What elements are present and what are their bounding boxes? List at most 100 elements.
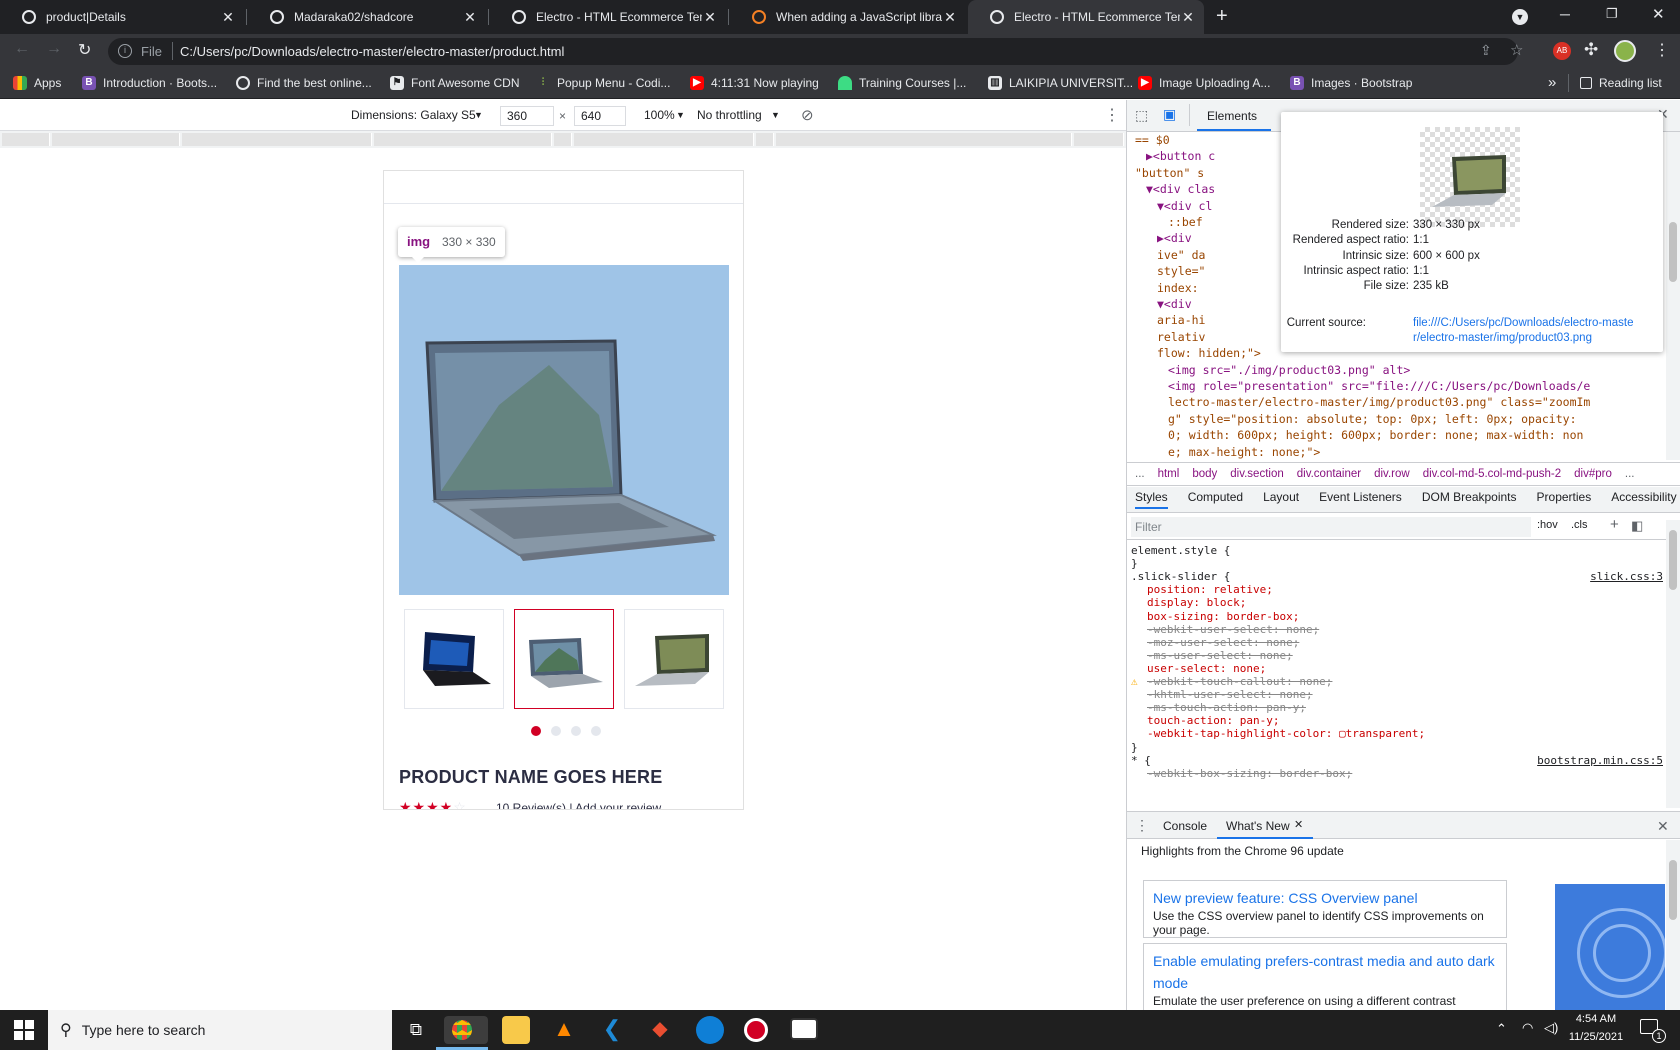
dom-node-line[interactable]: <img role="presentation" src="file:///C:… (1168, 379, 1590, 393)
ruler-segment[interactable] (776, 133, 1072, 146)
bookmark-popup-menu[interactable]: ⫶ Popup Menu - Codi... (536, 76, 671, 90)
recorder-icon[interactable] (744, 1018, 768, 1042)
css-rule-line[interactable]: } (1131, 741, 1138, 754)
carousel-dot[interactable] (551, 726, 561, 736)
more-options-icon[interactable]: ⋮ (1104, 105, 1120, 125)
dom-node-line[interactable]: lectro-master/electro-master/img/product… (1168, 395, 1590, 409)
device-height-input[interactable]: 640 (574, 106, 626, 126)
tray-chevron-icon[interactable]: ⌃ (1496, 1021, 1507, 1037)
tab-electro-active[interactable]: Electro - HTML Ecommerce Temp ✕ (968, 0, 1204, 34)
css-rule-line[interactable]: -ms-touch-action: pan-y; (1147, 701, 1306, 714)
device-width-input[interactable]: 360 (500, 106, 554, 126)
scrollbar-thumb[interactable] (1669, 530, 1677, 590)
drawer-menu-icon[interactable]: ⋮ (1135, 817, 1149, 834)
class-toggle[interactable]: .cls (1571, 519, 1588, 531)
bookmark-bootstrap-intro[interactable]: B Introduction · Boots... (82, 76, 217, 90)
new-tab-button[interactable]: + (1216, 5, 1228, 28)
reload-icon[interactable]: ↻ (78, 40, 91, 60)
bookmark-laikipia[interactable]: ▥ LAIKIPIA UNIVERSIT... (988, 76, 1133, 90)
breadcrumb-item[interactable]: div#pro (1574, 468, 1612, 480)
breadcrumb-item[interactable]: div.container (1297, 468, 1361, 480)
file-explorer-icon[interactable] (502, 1016, 530, 1044)
vlc-icon[interactable]: ▲ (550, 1016, 578, 1044)
bookmark-images-bootstrap[interactable]: B Images · Bootstrap (1290, 76, 1412, 90)
feature-card[interactable]: New preview feature: CSS Overview panel … (1143, 880, 1507, 938)
close-icon[interactable]: ✕ (1180, 9, 1196, 26)
dom-node-line[interactable]: ▼<div cl (1157, 199, 1212, 213)
product-main-image[interactable] (399, 265, 729, 595)
breadcrumb-item[interactable]: div.col-md-5.col-md-push-2 (1423, 468, 1561, 480)
task-view-icon[interactable]: ⧉ (402, 1016, 430, 1044)
terminal-icon[interactable] (790, 1018, 818, 1040)
feature-card-title[interactable]: Enable emulating prefers-contrast media … (1153, 950, 1497, 994)
info-icon[interactable]: i (118, 44, 132, 58)
css-rule-line[interactable]: -webkit-user-select: none; (1147, 623, 1319, 636)
styles-subtab[interactable]: Computed (1188, 490, 1243, 509)
review-link[interactable]: 10 Review(s) | Add your review (496, 801, 661, 809)
css-source-link[interactable]: bootstrap.min.css:5 (1537, 754, 1663, 767)
ruler-segment[interactable] (554, 133, 572, 146)
clock-time[interactable]: 4:54 AM (1568, 1013, 1624, 1025)
styles-scrollbar[interactable] (1666, 520, 1680, 808)
breadcrumb-item[interactable]: div.row (1374, 468, 1410, 480)
dom-node-line[interactable]: index: (1157, 281, 1199, 295)
tab-search-icon[interactable]: ▼ (1512, 9, 1528, 25)
restore-icon[interactable]: ❐ (1606, 6, 1618, 22)
breadcrumb-item[interactable]: html (1158, 468, 1180, 480)
ruler-segment[interactable] (756, 133, 774, 146)
url-text[interactable]: C:/Users/pc/Downloads/electro-master/ele… (180, 44, 564, 59)
ruler-segment[interactable] (374, 133, 552, 146)
dom-node-line[interactable]: ▼<div (1157, 297, 1192, 311)
close-icon[interactable]: ✕ (220, 9, 236, 26)
git-icon[interactable]: ◆ (646, 1016, 674, 1044)
close-icon[interactable]: ✕ (942, 9, 958, 26)
media-query-ruler[interactable] (0, 131, 1126, 148)
carousel-dot[interactable] (591, 726, 601, 736)
dom-node-line[interactable]: ::bef (1168, 215, 1203, 229)
css-rule-line[interactable]: .slick-slider { (1131, 570, 1230, 583)
close-icon[interactable]: ✕ (702, 9, 718, 26)
styles-subtab[interactable]: DOM Breakpoints (1422, 490, 1517, 509)
bookmark-font-awesome[interactable]: ⚑ Font Awesome CDN (390, 76, 520, 90)
drawer-tab-console[interactable]: Console (1163, 819, 1207, 833)
css-rule-line[interactable]: } (1131, 557, 1138, 570)
clock-date[interactable]: 11/25/2021 (1566, 1031, 1626, 1043)
address-bar[interactable]: i File C:/Users/pc/Downloads/electro-mas… (108, 38, 1523, 65)
carousel-dot-active[interactable] (531, 726, 541, 736)
bookmark-now-playing[interactable]: ▶ 4:11:31 Now playing (690, 76, 819, 90)
dom-node-line[interactable]: aria-hi (1157, 313, 1205, 327)
dom-node-line[interactable]: 0; width: 600px; height: 600px; border: … (1168, 428, 1583, 442)
feature-card-title[interactable]: New preview feature: CSS Overview panel (1153, 887, 1497, 909)
tab-shadcore[interactable]: Madaraka02/shadcore ✕ (248, 0, 486, 34)
css-source-link[interactable]: slick.css:3 (1590, 570, 1663, 583)
close-tab-icon[interactable]: ✕ (1294, 818, 1303, 831)
tab-product-details[interactable]: product|Details ✕ (0, 0, 244, 34)
dom-node-line[interactable]: relativ (1157, 330, 1205, 344)
ruler-segment[interactable] (182, 133, 372, 146)
computed-sidebar-icon[interactable]: ◧ (1631, 518, 1643, 534)
styles-subtab[interactable]: Accessibility (1611, 490, 1676, 509)
css-rule-line[interactable]: position: relative; (1147, 583, 1273, 596)
ruler-segment[interactable] (2, 133, 50, 146)
back-icon[interactable]: ← (14, 40, 30, 58)
scrollbar-thumb[interactable] (1669, 860, 1677, 920)
device-toggle-icon[interactable]: ▣ (1163, 106, 1176, 123)
thumbnail-3[interactable] (624, 609, 724, 709)
new-rule-icon[interactable]: + (1610, 516, 1619, 533)
bookmark-image-uploading[interactable]: ▶ Image Uploading A... (1138, 76, 1270, 90)
scrollbar-thumb[interactable] (1669, 222, 1677, 282)
styles-subtab[interactable]: Properties (1537, 490, 1592, 509)
volume-icon[interactable]: ◁) (1544, 1020, 1558, 1036)
source-link[interactable]: file:///C:/Users/pc/Downloads/electro-ma… (1413, 317, 1634, 329)
feature-card[interactable]: Enable emulating prefers-contrast media … (1143, 943, 1507, 1010)
css-rule-line[interactable]: -webkit-touch-callout: none; (1147, 675, 1332, 688)
breadcrumb-item[interactable]: ... (1135, 468, 1145, 480)
taskbar-chrome[interactable] (444, 1016, 488, 1044)
carousel-dot[interactable] (571, 726, 581, 736)
css-rule-line[interactable]: -webkit-box-sizing: border-box; (1147, 767, 1352, 780)
dom-node-line[interactable]: == $0 (1135, 133, 1170, 147)
drawer-tab-whats-new[interactable]: What's New (1226, 819, 1290, 833)
zoom-select[interactable]: 100% (644, 108, 675, 122)
styles-subtab[interactable]: Layout (1263, 490, 1299, 509)
thumbnail-2-selected[interactable] (514, 609, 614, 709)
